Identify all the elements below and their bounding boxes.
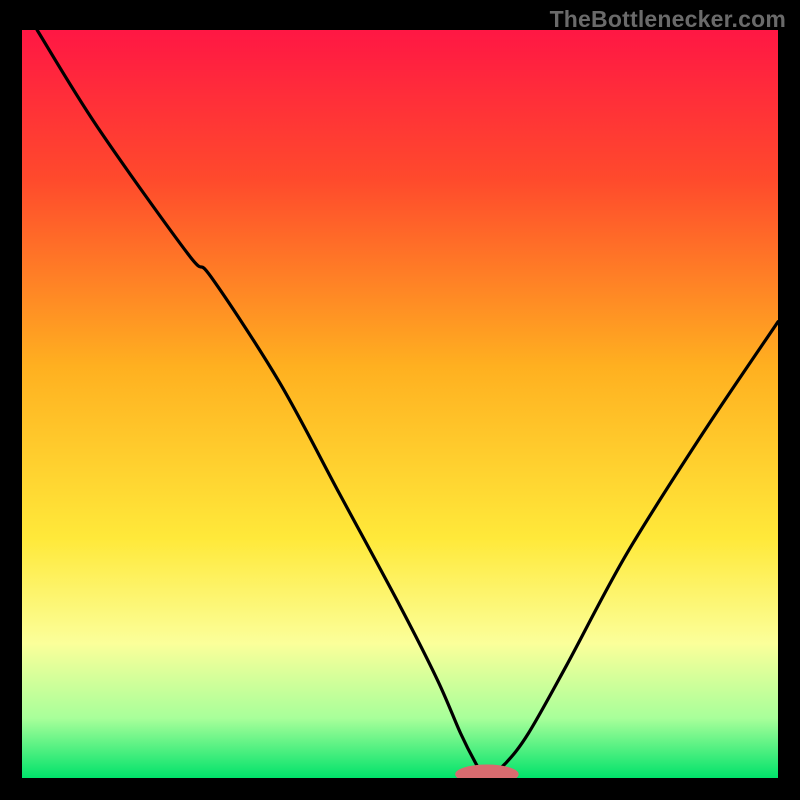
plot-area (22, 30, 778, 778)
chart-svg (22, 30, 778, 778)
chart-container: TheBottlenecker.com (0, 0, 800, 800)
watermark-text: TheBottlenecker.com (550, 6, 786, 33)
gradient-bg (22, 30, 778, 778)
